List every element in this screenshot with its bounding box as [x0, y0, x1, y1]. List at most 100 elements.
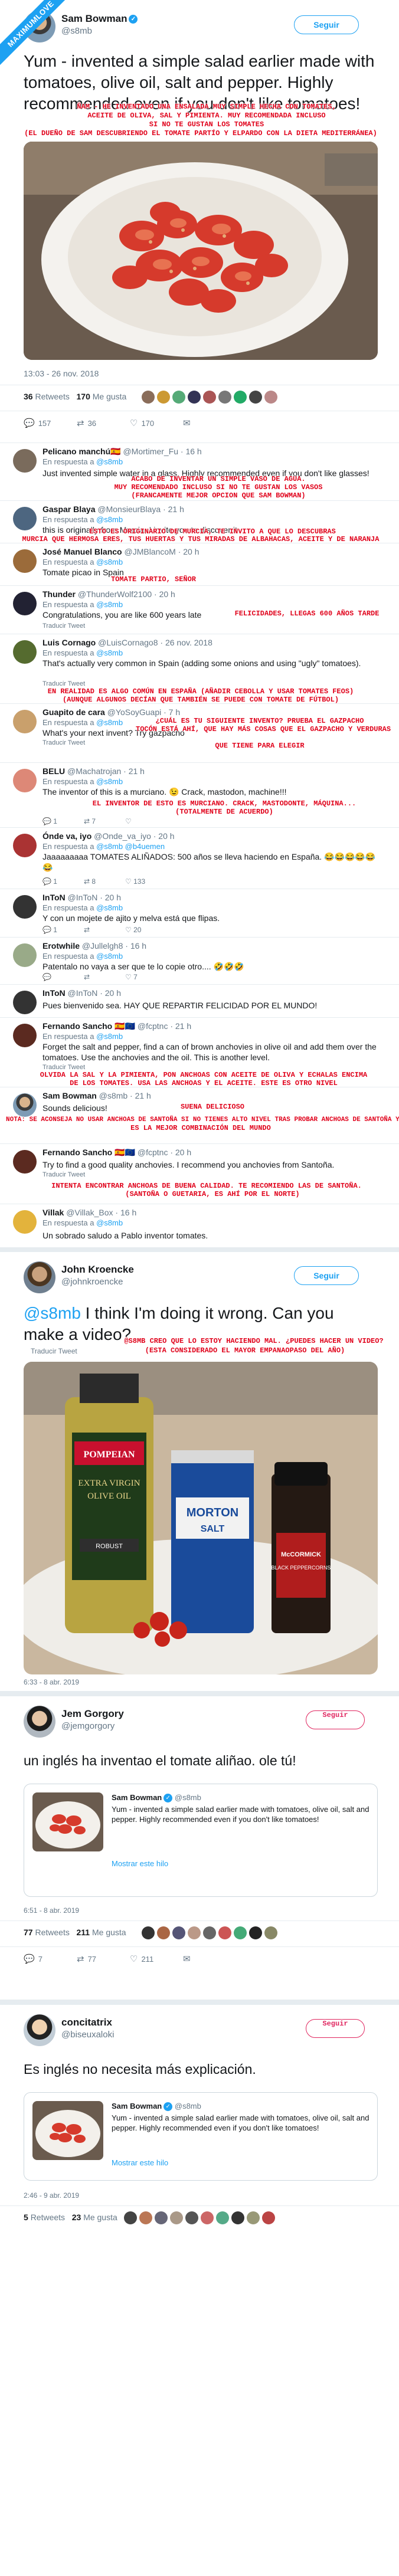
like-button[interactable]: ♡ 211 [130, 1954, 183, 1964]
retweet-button[interactable]: ⇄ 77 [77, 1954, 130, 1964]
mention-link[interactable]: @s8mb [96, 903, 123, 912]
oil-label-line1: EXTRA VIRGIN [78, 1479, 140, 1488]
mention-link[interactable]: @s8mb [96, 1032, 123, 1041]
follow-button[interactable]: Seguir [306, 1710, 365, 1729]
reply-card[interactable]: Guapito de cara @YoSoyGuapi · 7 h En res… [0, 703, 399, 762]
follow-button[interactable]: Seguir [294, 15, 359, 34]
avatar[interactable] [13, 507, 37, 530]
ingredients-drawing: POMPEIAN EXTRA VIRGIN OLIVE OIL ROBUST M… [24, 1362, 378, 1674]
annotation-line: ES LA MEJOR COMBINACIÓN DEL MUNDO [130, 1124, 271, 1132]
annotation-line: (AUNQUE ALGUNOS DECÍAN QUE TAMBIÉN SE PU… [62, 696, 339, 704]
message-button[interactable]: ✉ [183, 418, 236, 428]
avatar[interactable] [13, 449, 37, 473]
author-name[interactable]: Sam Bowman ✓ [61, 13, 138, 25]
reply-card[interactable]: Ónde va, iyo @Onde_va_iyo · 20 h En resp… [0, 827, 399, 889]
reply-card[interactable]: Erotwhile @Jullelgh8 · 16 h En respuesta… [0, 937, 399, 984]
mention-link[interactable]: @s8mb [96, 952, 123, 961]
avatar[interactable] [13, 592, 37, 615]
timestamp[interactable]: 6:51 - 8 abr. 2019 [24, 1906, 79, 1915]
reply-actions[interactable]: 💬 1 ⇄ 7 ♡ [42, 817, 166, 825]
retweet-button[interactable]: ⇄ 36 [77, 418, 130, 428]
mention-link[interactable]: @s8mb [96, 718, 123, 727]
mention-link[interactable]: @s8mb [96, 648, 123, 657]
avatar[interactable] [13, 1093, 37, 1117]
mention-link[interactable]: @s8mb [96, 600, 123, 609]
show-thread-link[interactable]: Mostrar este hilo [112, 1859, 168, 1869]
reply-card[interactable]: Luis Cornago @LuisCornago8 · 26 nov. 201… [0, 634, 399, 704]
reply-card[interactable]: Sam Bowman @s8mb · 21 h Sounds delicious… [0, 1087, 399, 1143]
translate-link[interactable]: Traducir Tweet [31, 1346, 77, 1356]
avatar[interactable] [24, 2014, 55, 2046]
follow-button[interactable]: Seguir [294, 1266, 359, 1285]
corner-badge: MAXIMUMLOVE [0, 0, 65, 65]
reply-actions[interactable]: 💬 1 ⇄ ♡ 20 [42, 926, 166, 934]
annotation-line: (FRANCAMENTE MEJOR OPCION QUE SAM BOWMAN… [131, 491, 306, 500]
message-button[interactable]: ✉ [183, 1954, 236, 1964]
reply-card[interactable]: Thunder @ThunderWolf2100 · 20 h En respu… [0, 585, 399, 634]
reply-button[interactable]: 💬 7 [24, 1954, 77, 1964]
avatar[interactable] [13, 943, 37, 967]
translate-link[interactable]: Traducir Tweet [42, 622, 85, 630]
annotation-line: TOCÓN ESTÁ AHÍ, QUE HAY MÁS COSAS QUE EL… [136, 725, 391, 733]
translate-link[interactable]: Traducir Tweet [42, 1171, 85, 1178]
like-button[interactable]: ♡ 170 [130, 418, 183, 428]
author-handle[interactable]: @johnkroencke [61, 1277, 123, 1287]
timestamp[interactable]: 13:03 - 26 nov. 2018 [24, 369, 99, 378]
translate-link[interactable]: Traducir Tweet [42, 680, 85, 687]
likers-avatars[interactable] [142, 1926, 277, 1939]
likers-avatars[interactable] [142, 391, 277, 404]
mention-link[interactable]: @s8mb [24, 1304, 81, 1322]
avatar[interactable] [13, 1210, 37, 1234]
tomato-salad-photo[interactable] [24, 142, 378, 360]
avatar[interactable] [13, 895, 37, 919]
mention-link[interactable]: @s8mb [96, 515, 123, 524]
avatar[interactable] [24, 1261, 55, 1293]
reply-card[interactable]: Gaspar Blaya @MonsieurBlaya · 21 h En re… [0, 500, 399, 543]
author-name[interactable]: concitatrix [61, 2017, 112, 2028]
reply-button[interactable]: 💬 157 [24, 418, 77, 428]
show-thread-link[interactable]: Mostrar este hilo [112, 2158, 168, 2168]
translate-link[interactable]: Traducir Tweet [42, 1064, 85, 1071]
reply-card[interactable]: InToN @InToN · 20 h En respuesta a @s8mb… [0, 889, 399, 937]
mention-link[interactable]: @s8mb [96, 457, 123, 466]
quoted-tweet[interactable]: Sam Bowman ✓ @s8mb Yum - invented a simpl… [24, 2092, 378, 2181]
avatar[interactable] [13, 710, 37, 733]
author-handle[interactable]: @s8mb [61, 26, 92, 36]
avatar[interactable] [13, 769, 37, 792]
annotation-line: MUY RECOMENDADO INCLUSO SI NO TE GUSTAN … [114, 483, 323, 491]
reply-card[interactable]: InToN @InToN · 20 h Pues bienvenido sea.… [0, 984, 399, 1017]
translate-link[interactable]: Traducir Tweet [42, 739, 85, 746]
reply-card[interactable]: BELU @Machatrojan · 21 h En respuesta a … [0, 762, 399, 827]
reply-card[interactable]: Pelicano manchú🇪🇸 @Mortimer_Fu · 16 h En… [0, 443, 399, 500]
timestamp[interactable]: 6:33 - 8 abr. 2019 [24, 1678, 79, 1686]
avatar[interactable] [13, 991, 37, 1014]
author-handle[interactable]: @jemgorgory [61, 1721, 115, 1731]
mention-link[interactable]: @s8mb @b4uemen [96, 842, 165, 851]
reply-card[interactable]: Villak @Villak_Box · 16 h En respuesta a… [0, 1204, 399, 1247]
likers-avatars[interactable] [124, 2211, 275, 2224]
annotation-line: ESTO ES ORIGINARIO DE MURCIA, TE INVITO … [89, 527, 336, 536]
reply-actions[interactable]: 💬 ⇄ ♡ 7 [42, 973, 166, 981]
follow-button[interactable]: Seguir [306, 2019, 365, 2038]
author-handle[interactable]: @biseuxaloki [61, 2030, 114, 2040]
reply-actions[interactable]: 💬 1 ⇄ 8 ♡ 133 [42, 877, 166, 886]
mention-link[interactable]: @s8mb [96, 777, 123, 786]
screenshot-page: MAXIMUMLOVE Sam Bowman ✓ @s8mb Seguir Yum… [0, 0, 399, 2576]
reply-card[interactable]: José Manuel Blanco @JMBlancoM · 20 h En … [0, 543, 399, 585]
author-name[interactable]: Jem Gorgory [61, 1708, 124, 1720]
ingredients-photo[interactable]: POMPEIAN EXTRA VIRGIN OLIVE OIL ROBUST M… [24, 1362, 378, 1674]
pepper-brand-label: McCORMICK [281, 1551, 321, 1558]
quoted-tweet[interactable]: Sam Bowman ✓ @s8mb Yum - invented a simpl… [24, 1784, 378, 1897]
avatar[interactable] [13, 834, 37, 857]
author-name[interactable]: John Kroencke [61, 1264, 134, 1276]
avatar[interactable] [13, 1024, 37, 1047]
avatar[interactable] [13, 549, 37, 573]
mention-link[interactable]: @s8mb [96, 1218, 123, 1227]
avatar[interactable] [13, 1150, 37, 1174]
reply-card[interactable]: Fernando Sancho 🇪🇸🇪🇺 @fcptnc · 21 h En r… [0, 1017, 399, 1087]
timestamp[interactable]: 2:46 - 9 abr. 2019 [24, 2191, 79, 2200]
avatar[interactable] [24, 1706, 55, 1738]
mention-link[interactable]: @s8mb [96, 558, 123, 566]
avatar[interactable] [13, 640, 37, 664]
reply-card[interactable]: Fernando Sancho 🇪🇸🇪🇺 @fcptnc · 20 h Try … [0, 1143, 399, 1204]
